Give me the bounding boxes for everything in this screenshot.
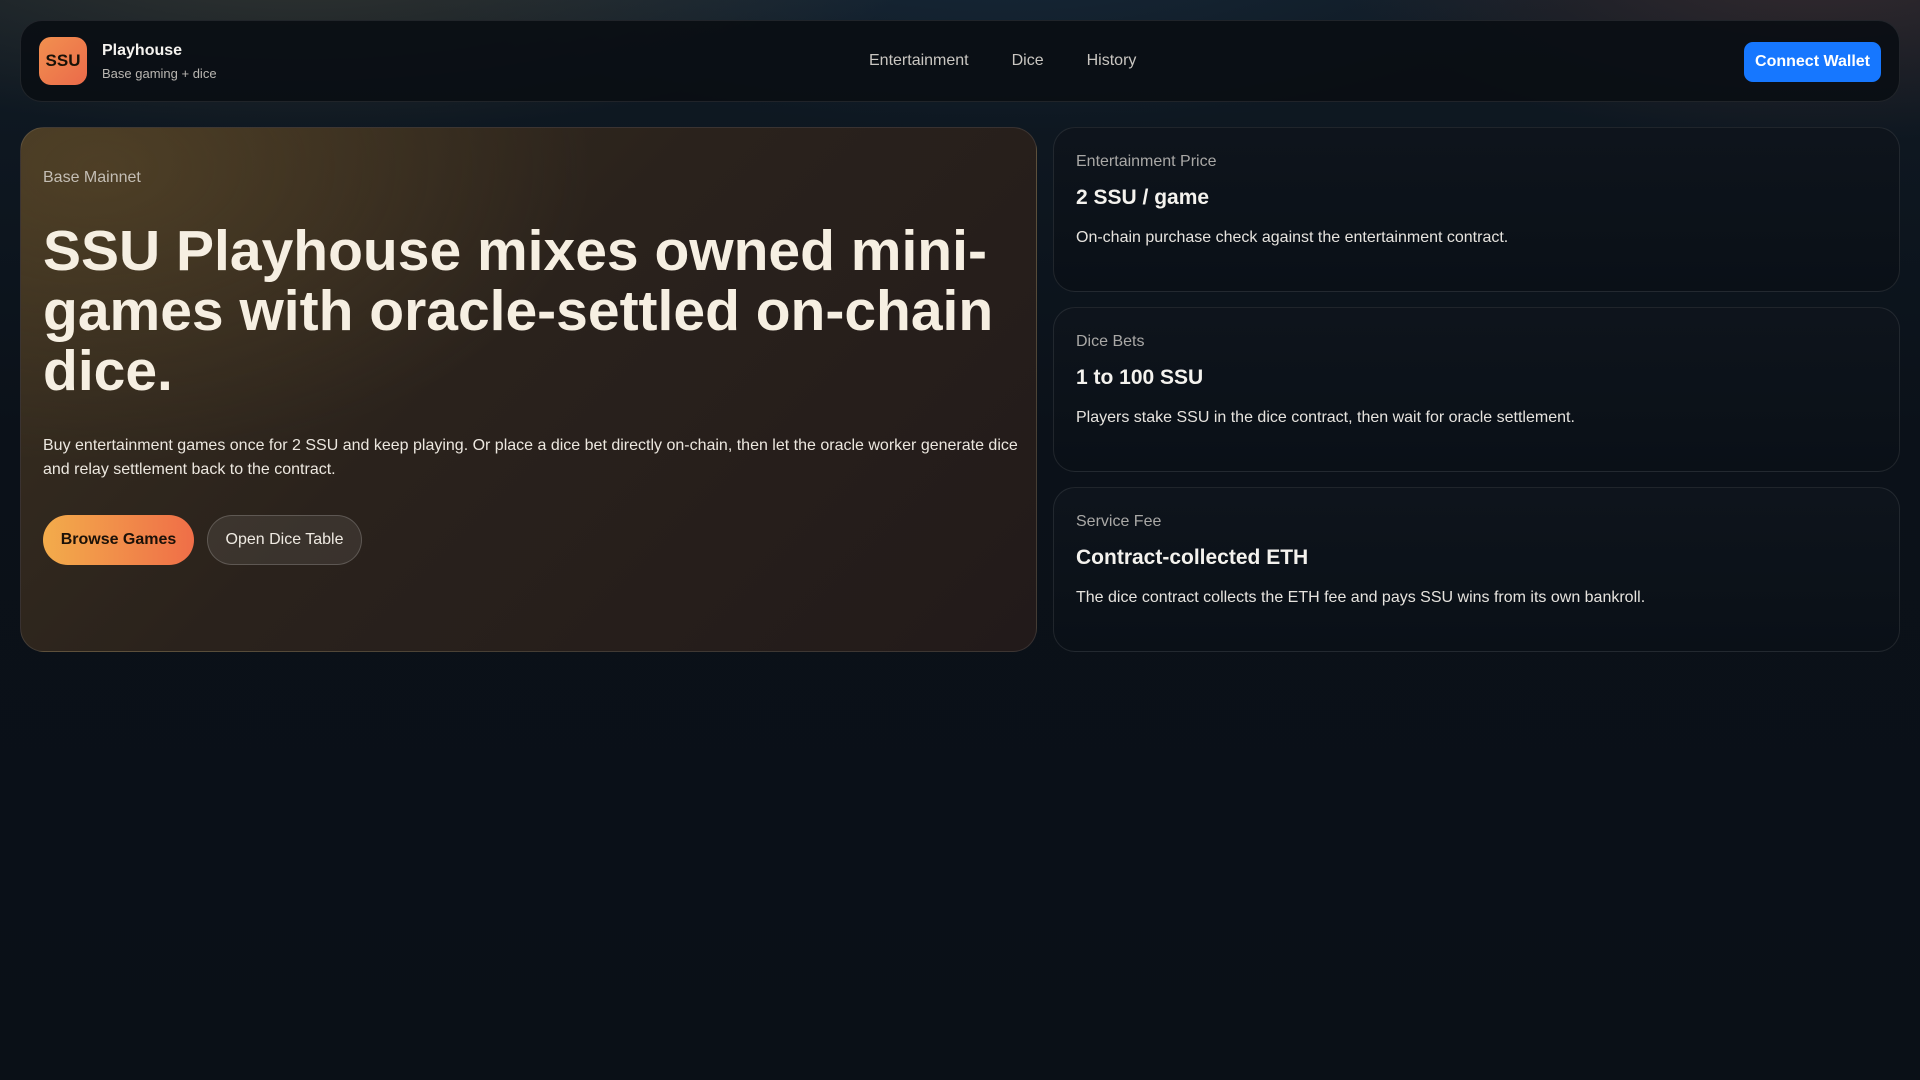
- card-description: Players stake SSU in the dice contract, …: [1076, 409, 1575, 426]
- card-value: 2 SSU / game: [1076, 186, 1210, 209]
- brand-text: Playhouse Base gaming + dice: [102, 42, 217, 81]
- card-description: The dice contract collects the ETH fee a…: [1076, 589, 1646, 606]
- info-card-entertainment-price: Entertainment Price 2 SSU / game On-chai…: [1053, 127, 1900, 292]
- nav-link-dice[interactable]: Dice: [1012, 52, 1044, 70]
- hero-actions: Browse Games Open Dice Table: [43, 515, 362, 565]
- brand-title: Playhouse: [102, 41, 183, 59]
- connect-wallet-button[interactable]: Connect Wallet: [1744, 42, 1881, 82]
- info-card-service-fee: Service Fee Contract-collected ETH The d…: [1053, 487, 1900, 652]
- card-value: Contract-collected ETH: [1076, 546, 1309, 569]
- logo-badge: SSU: [39, 37, 87, 85]
- card-label: Service Fee: [1076, 513, 1162, 530]
- card-value: 1 to 100 SSU: [1076, 366, 1204, 389]
- card-label: Dice Bets: [1076, 333, 1145, 350]
- card-label: Entertainment Price: [1076, 153, 1217, 170]
- browse-games-button[interactable]: Browse Games: [43, 515, 194, 565]
- network-label: Base Mainnet: [43, 169, 141, 186]
- hero-description: Buy entertainment games once for 2 SSU a…: [43, 437, 1018, 478]
- card-description: On-chain purchase check against the ente…: [1076, 229, 1509, 246]
- top-navbar: SSU Playhouse Base gaming + dice Enterta…: [20, 20, 1900, 102]
- hero-title: SSU Playhouse mixes owned mini-games wit…: [43, 219, 994, 403]
- hero-card: Base Mainnet SSU Playhouse mixes owned m…: [20, 127, 1037, 652]
- brand[interactable]: SSU Playhouse Base gaming + dice: [39, 37, 217, 85]
- info-card-dice-bets: Dice Bets 1 to 100 SSU Players stake SSU…: [1053, 307, 1900, 472]
- open-dice-table-button[interactable]: Open Dice Table: [207, 515, 362, 565]
- nav-link-entertainment[interactable]: Entertainment: [869, 52, 969, 70]
- main-nav: Entertainment Dice History: [869, 21, 1136, 101]
- brand-subtitle: Base gaming + dice: [102, 65, 217, 81]
- nav-link-history[interactable]: History: [1087, 52, 1137, 70]
